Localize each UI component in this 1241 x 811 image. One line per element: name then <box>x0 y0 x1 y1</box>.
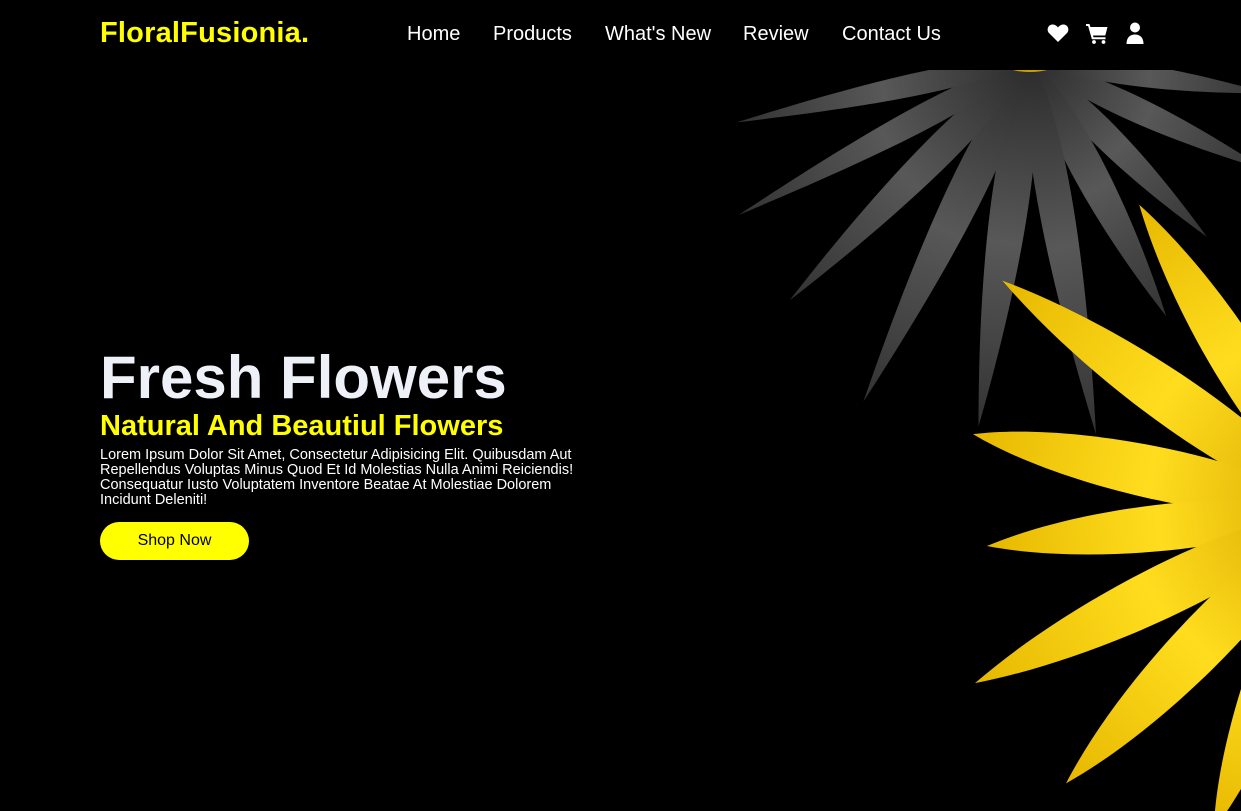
hero-title: Fresh Flowers <box>100 344 507 411</box>
heart-icon[interactable] <box>1046 21 1070 45</box>
site-logo[interactable]: FloralFusionia. <box>100 15 309 51</box>
site-header: FloralFusionia. Home Products What's New… <box>0 0 1241 70</box>
page: FloralFusionia. Home Products What's New… <box>0 0 1241 811</box>
flower-image <box>736 70 1241 811</box>
user-icon[interactable] <box>1123 21 1147 45</box>
shop-now-button[interactable]: Shop Now <box>100 522 249 560</box>
hero-section: Fresh Flowers Natural And Beautiul Flowe… <box>100 345 620 508</box>
nav-link-contact-us[interactable]: Contact Us <box>842 20 941 48</box>
nav-link-products[interactable]: Products <box>493 20 572 48</box>
nav-link-review[interactable]: Review <box>743 20 809 48</box>
nav-link-whats-new[interactable]: What's New <box>605 20 711 48</box>
hero-subtitle: Natural And Beautiul Flowers <box>100 410 504 442</box>
hero-description: Lorem Ipsum Dolor Sit Amet, Consectetur … <box>100 447 574 508</box>
nav-link-home[interactable]: Home <box>407 20 460 48</box>
cart-icon[interactable] <box>1085 21 1109 45</box>
